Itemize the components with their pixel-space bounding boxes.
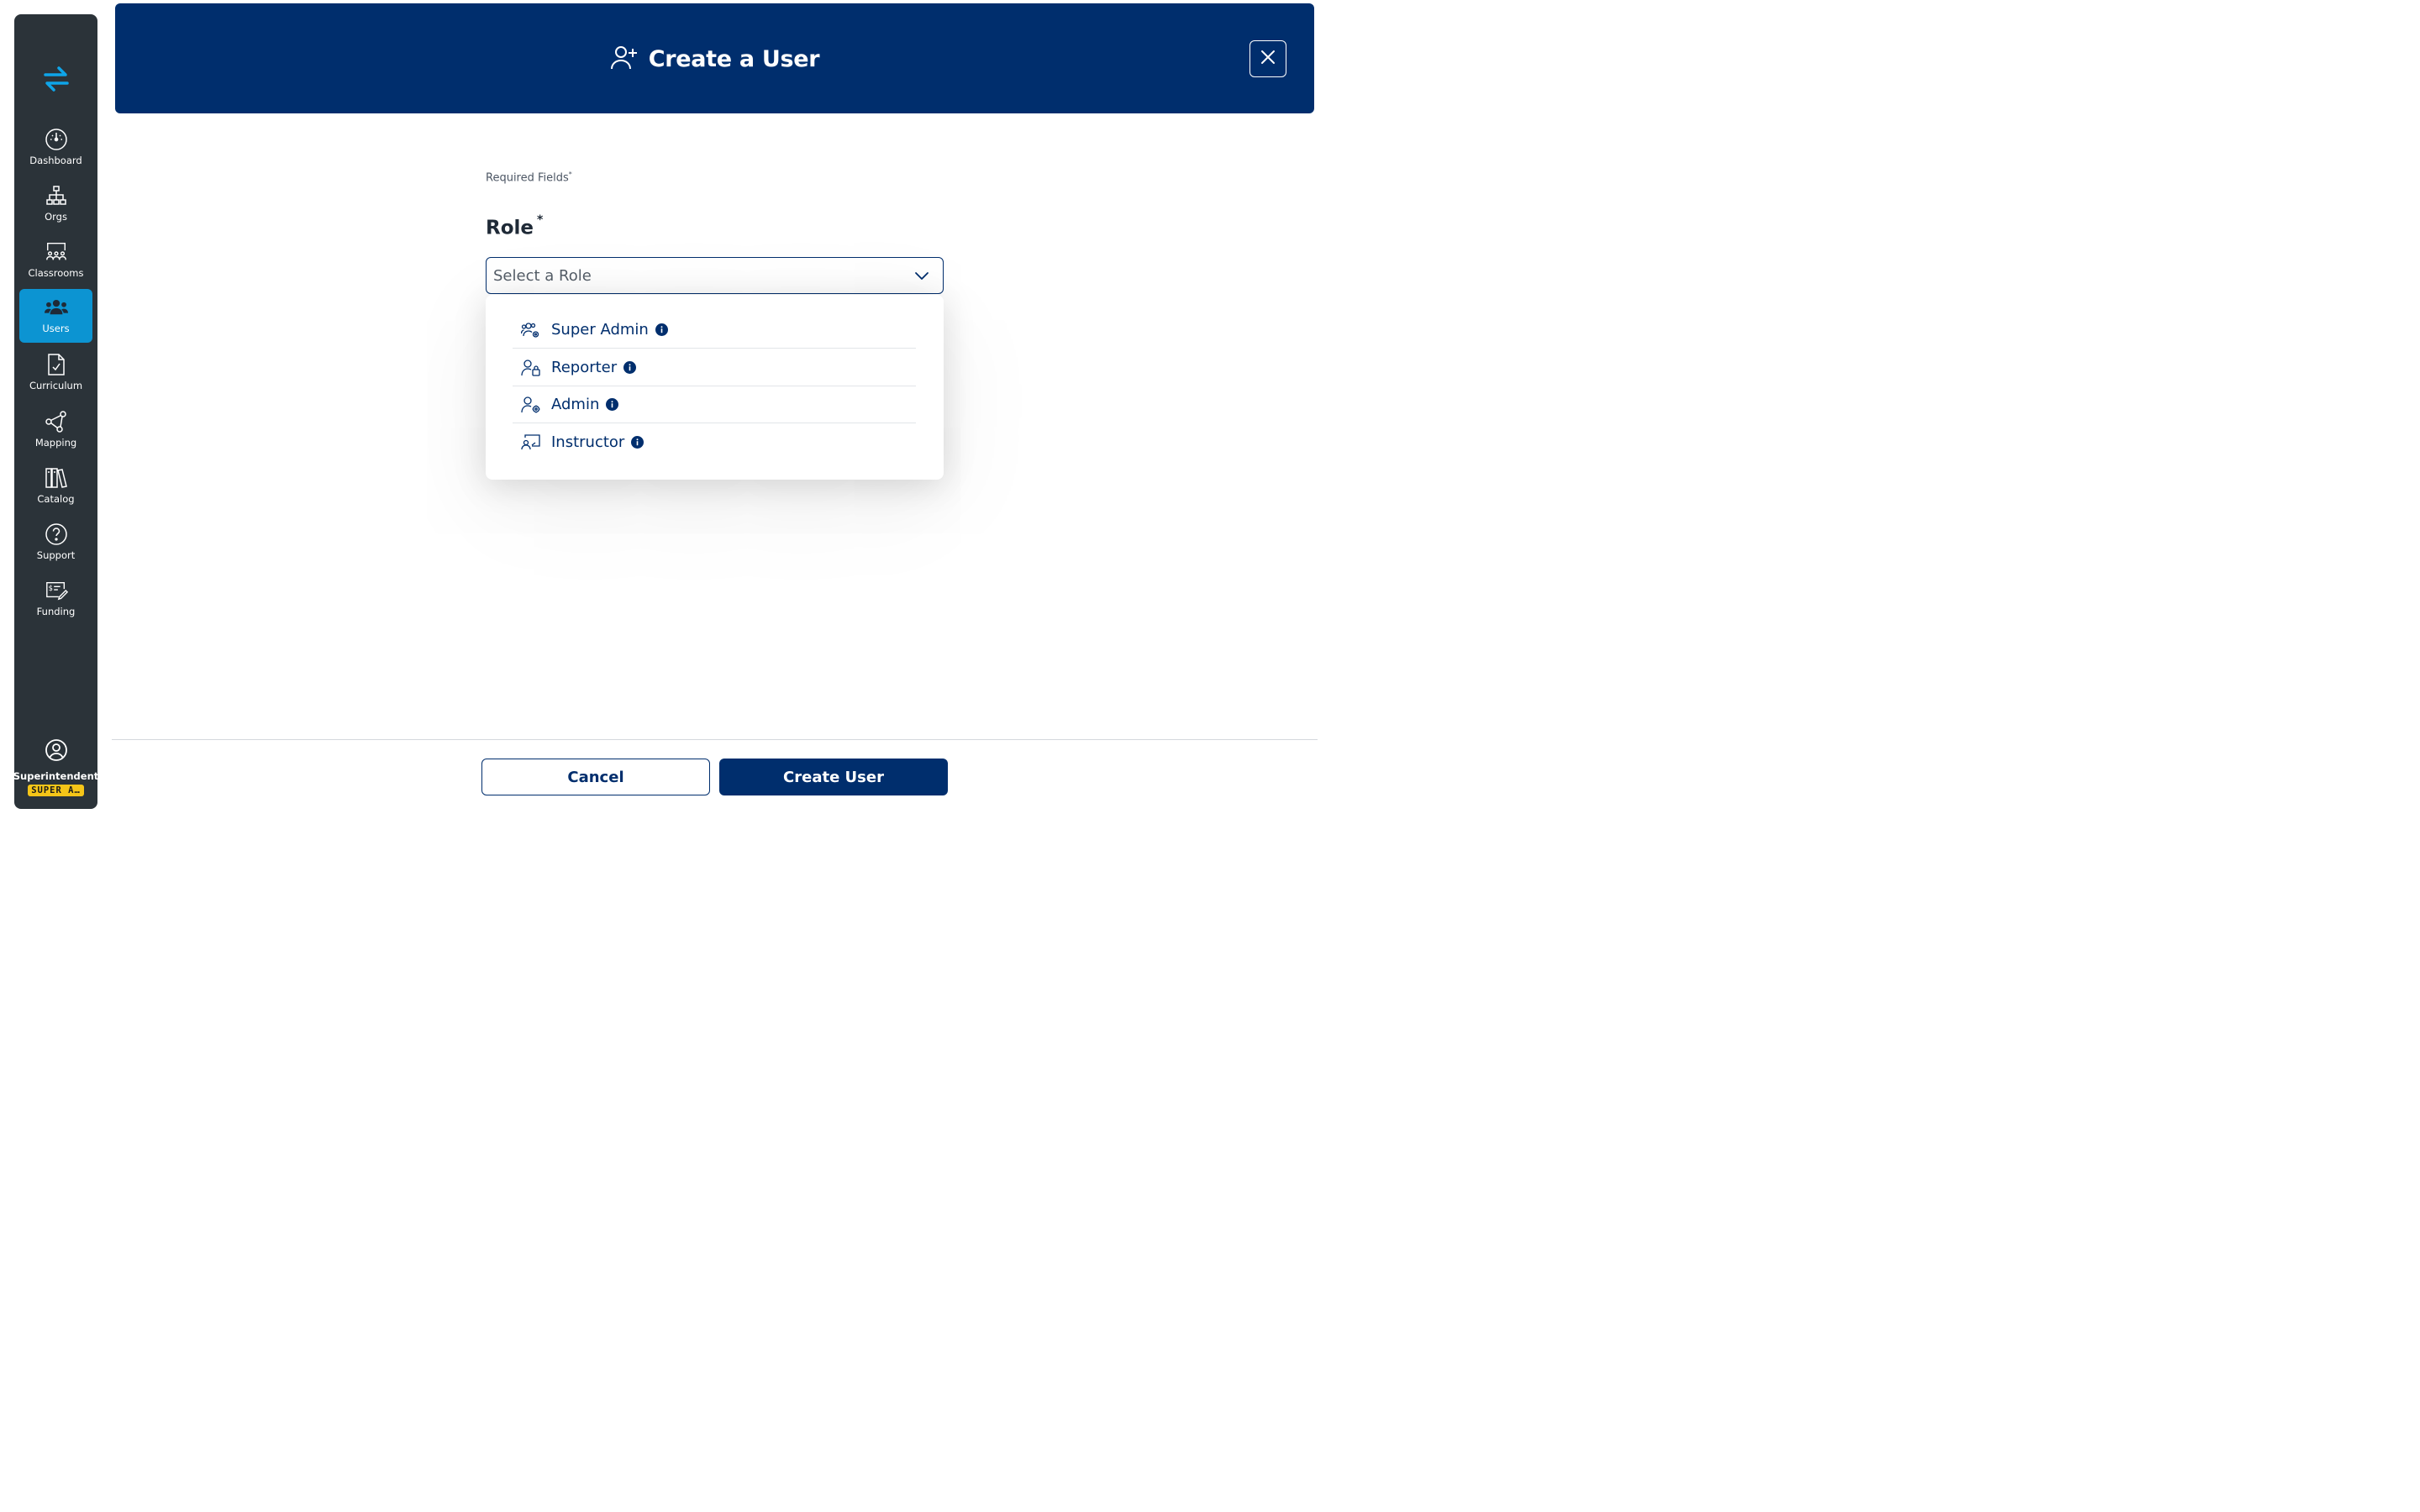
required-fields-note: Required Fields* xyxy=(486,171,572,184)
info-icon[interactable] xyxy=(623,361,637,374)
role-option-label: Admin xyxy=(551,396,600,413)
sidebar-item-label: Users xyxy=(42,323,70,334)
role-required-mark: * xyxy=(537,213,544,227)
sidebar: Dashboard Orgs Classrooms Users Curricul… xyxy=(13,14,99,809)
info-icon[interactable] xyxy=(631,435,644,449)
sidebar-item-users[interactable]: Users xyxy=(19,289,92,343)
sidebar-item-label: Curriculum xyxy=(29,380,83,391)
role-select[interactable]: Select a Role xyxy=(486,257,944,294)
close-button[interactable] xyxy=(1249,40,1286,77)
sidebar-item-orgs[interactable]: Orgs xyxy=(19,177,92,231)
sidebar-item-label: Catalog xyxy=(37,493,75,505)
sidebar-item-label: Mapping xyxy=(34,437,77,449)
page-title: Create a User xyxy=(648,46,820,72)
svg-text:$: $ xyxy=(48,584,52,592)
sidebar-item-label: Dashboard xyxy=(29,155,82,166)
user-profile[interactable]: Superintendent SUPER A… xyxy=(13,738,99,796)
books-icon xyxy=(45,466,68,490)
role-field-label: Role * xyxy=(486,213,543,239)
chevron-down-icon xyxy=(914,270,929,285)
role-badge: SUPER A… xyxy=(28,785,84,796)
sidebar-item-label: Support xyxy=(36,549,76,561)
swap-arrows-icon[interactable] xyxy=(14,65,97,98)
create-user-button[interactable]: Create User xyxy=(719,759,948,795)
classroom-icon xyxy=(45,240,68,264)
required-mark: * xyxy=(568,171,572,178)
footer-divider xyxy=(112,739,1318,740)
role-option-instructor[interactable]: Instructor xyxy=(513,423,916,460)
sidebar-item-curriculum[interactable]: Curriculum xyxy=(19,346,92,400)
sidebar-item-label: Classrooms xyxy=(28,267,84,279)
sidebar-item-support[interactable]: Support xyxy=(19,516,92,570)
role-option-label: Instructor xyxy=(551,433,625,451)
share-nodes-icon xyxy=(45,410,68,433)
presentation-icon xyxy=(521,432,541,452)
dashboard-gauge-icon xyxy=(45,128,68,151)
role-option-label: Super Admin xyxy=(551,321,649,339)
info-icon[interactable] xyxy=(655,323,668,336)
role-label-text: Role xyxy=(486,217,534,239)
sidebar-item-catalog[interactable]: Catalog xyxy=(19,459,92,513)
users-icon xyxy=(44,296,68,319)
role-select-placeholder: Select a Role xyxy=(493,266,592,285)
help-circle-icon xyxy=(45,522,68,546)
sidebar-item-funding[interactable]: $ Funding xyxy=(19,572,92,626)
sidebar-item-label: Funding xyxy=(36,606,76,617)
info-icon[interactable] xyxy=(606,398,619,411)
profile-name: Superintendent xyxy=(13,770,99,782)
user-plus-icon xyxy=(610,44,639,75)
user-gear-icon xyxy=(521,395,541,415)
sidebar-item-mapping[interactable]: Mapping xyxy=(19,403,92,457)
modal-header: Create a User xyxy=(115,3,1314,113)
sidebar-item-dashboard[interactable]: Dashboard xyxy=(19,121,92,175)
org-chart-icon xyxy=(45,184,68,207)
user-lock-icon xyxy=(521,358,541,378)
role-option-admin[interactable]: Admin xyxy=(513,386,916,423)
sidebar-item-label: Orgs xyxy=(45,211,67,223)
sidebar-item-classrooms[interactable]: Classrooms xyxy=(19,234,92,287)
role-option-reporter[interactable]: Reporter xyxy=(513,349,916,386)
role-option-super-admin[interactable]: Super Admin xyxy=(513,312,916,349)
document-check-icon xyxy=(45,353,68,376)
role-dropdown-menu: Super Admin Reporter Admin Instructor xyxy=(486,295,944,480)
cancel-button[interactable]: Cancel xyxy=(481,759,710,795)
user-circle-icon xyxy=(45,738,68,766)
required-note-text: Required Fields xyxy=(486,171,569,185)
users-gear-icon xyxy=(521,320,541,340)
funding-check-icon: $ xyxy=(45,579,68,602)
role-option-label: Reporter xyxy=(551,359,618,376)
close-icon xyxy=(1260,50,1276,69)
